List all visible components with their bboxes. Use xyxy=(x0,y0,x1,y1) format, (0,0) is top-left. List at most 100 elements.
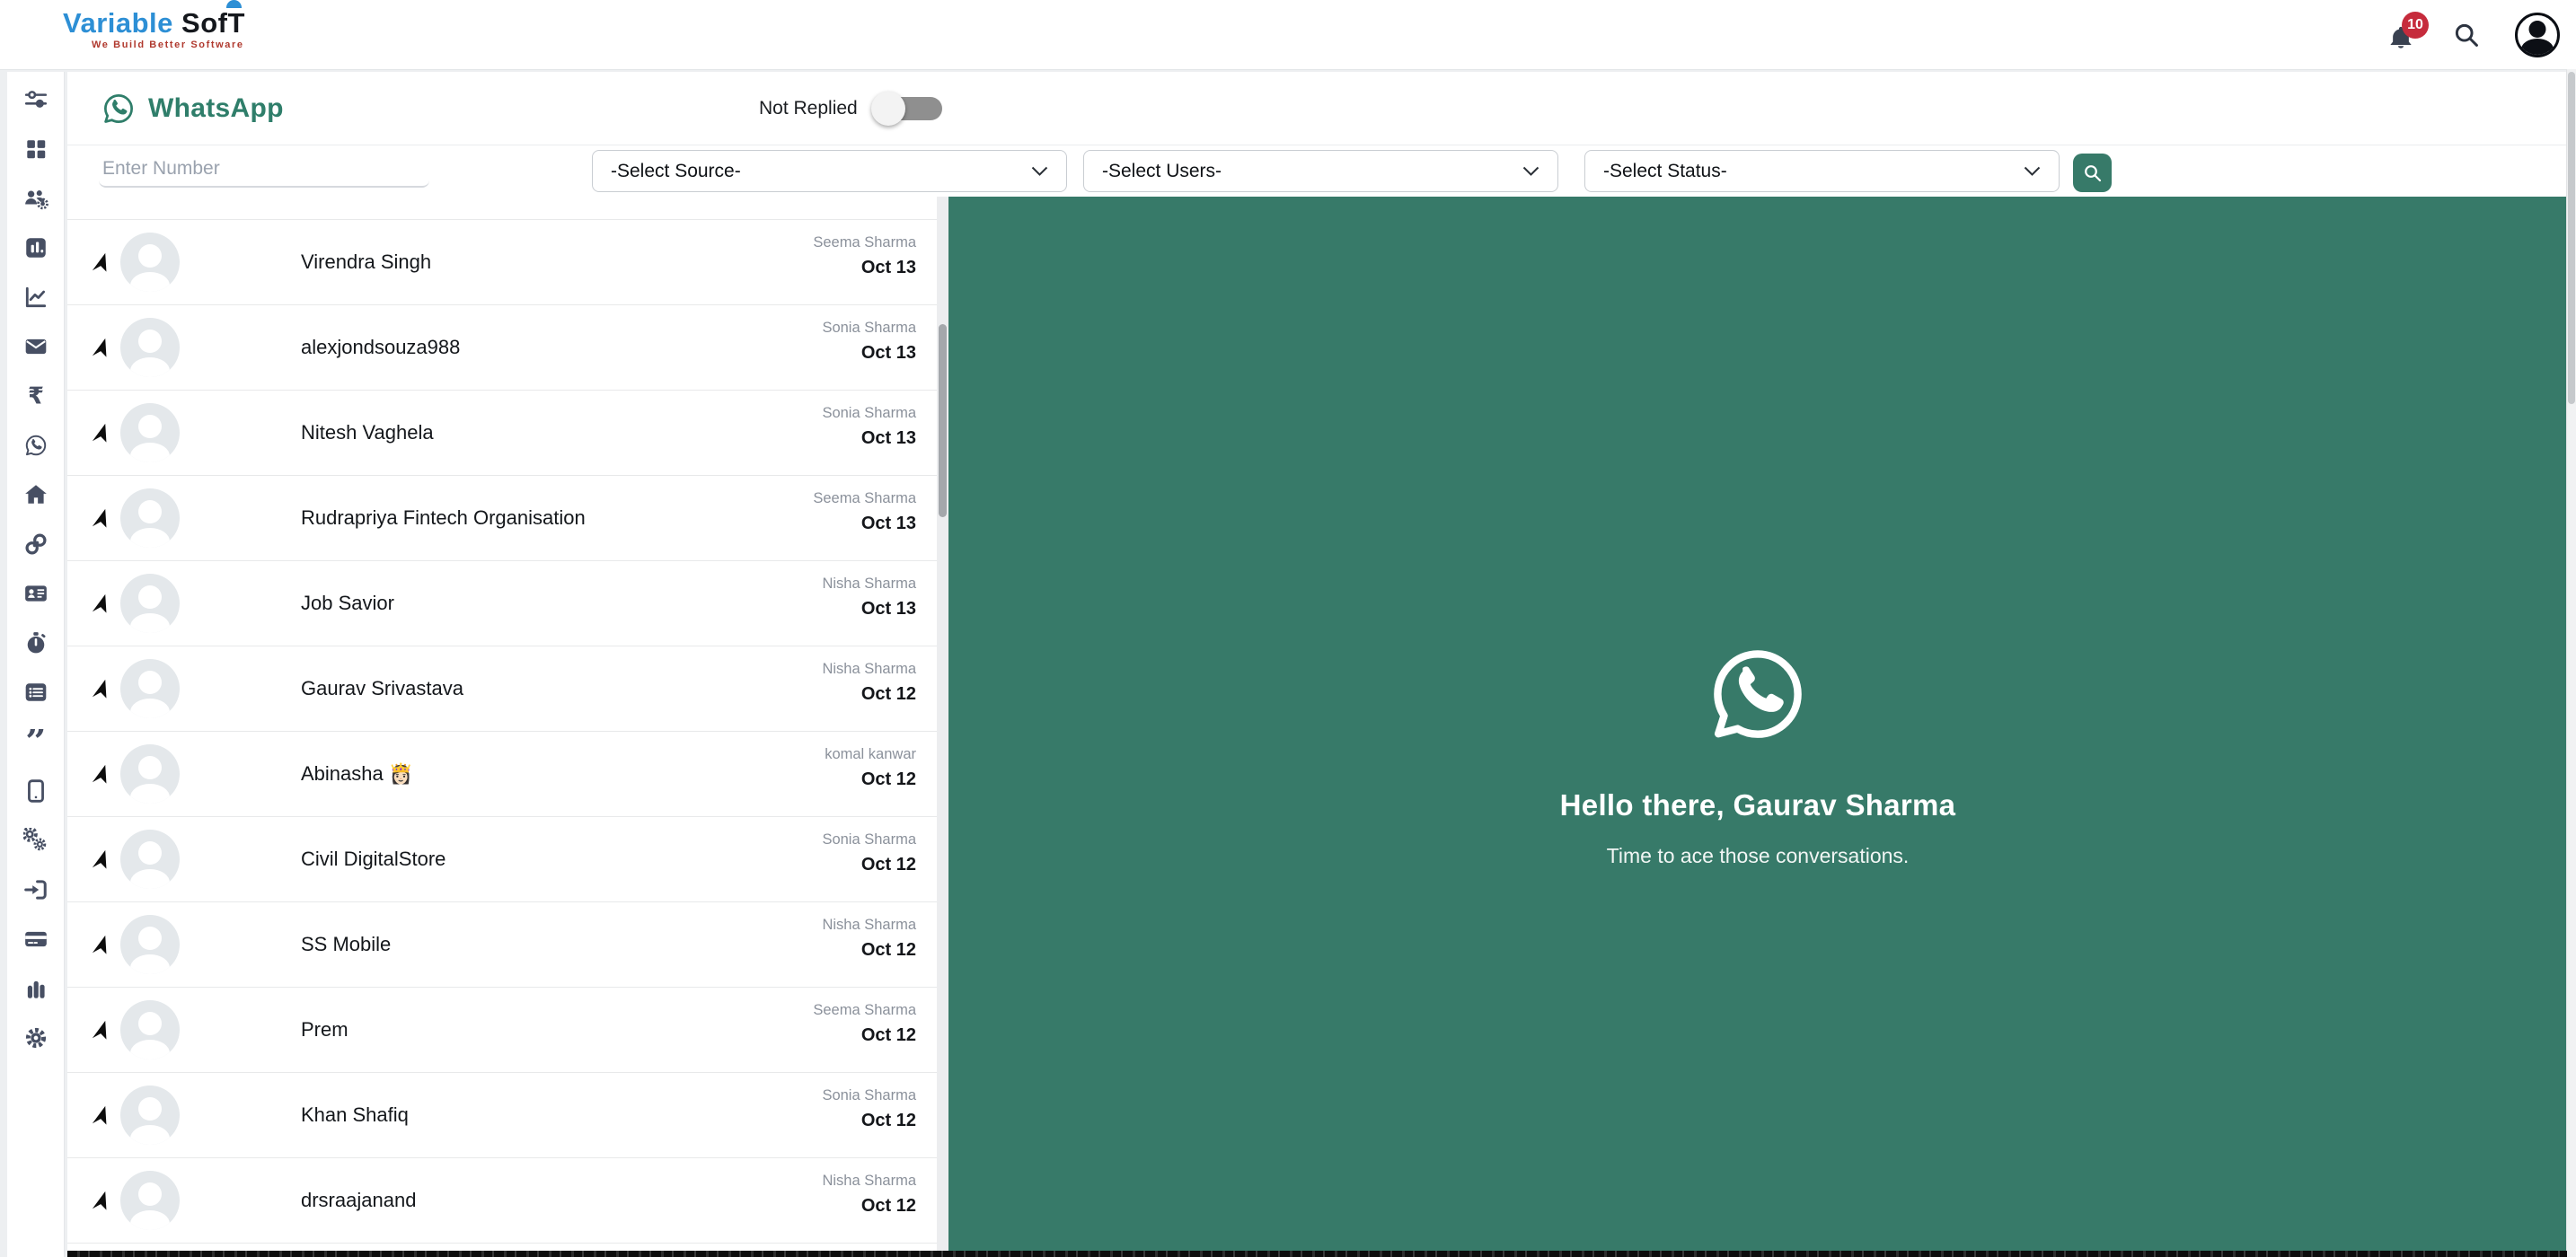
search-icon xyxy=(2082,163,2104,184)
bottom-window-edge xyxy=(67,1251,2567,1257)
stopwatch-icon[interactable] xyxy=(23,630,49,655)
assigned-user: Sonia Sharma xyxy=(822,831,916,848)
notifications-button[interactable]: 10 xyxy=(2386,18,2418,52)
contact-name: Prem xyxy=(301,1018,348,1042)
settings-gear-icon[interactable] xyxy=(23,1025,49,1050)
avatar xyxy=(120,233,180,292)
chevron-down-icon xyxy=(2024,166,2041,177)
brand-tagline: We Build Better Software xyxy=(92,40,245,50)
chat-meta: Nisha Sharma Oct 13 xyxy=(822,576,916,620)
chat-meta: Sonia Sharma Oct 13 xyxy=(822,405,916,449)
assigned-user: Nisha Sharma xyxy=(822,576,916,593)
mail-icon[interactable] xyxy=(23,334,49,359)
scrolled-row-remnant xyxy=(67,197,948,220)
id-card-icon[interactable] xyxy=(23,581,49,606)
chat-date: Oct 13 xyxy=(822,599,916,620)
list-item[interactable]: Virendra Singh Seema Sharma Oct 13 xyxy=(67,220,948,305)
list-item[interactable]: SS Mobile Nisha Sharma Oct 12 xyxy=(67,902,948,988)
dashboard-grid-icon[interactable] xyxy=(23,136,49,162)
chat-meta: Seema Sharma Oct 12 xyxy=(813,1002,916,1046)
send-arrow-icon xyxy=(90,1190,111,1211)
assigned-user: Seema Sharma xyxy=(813,1002,916,1019)
list-item[interactable]: Prem Seema Sharma Oct 12 xyxy=(67,988,948,1073)
chat-date: Oct 13 xyxy=(822,428,916,449)
chat-meta: Seema Sharma Oct 13 xyxy=(813,234,916,278)
sliders-icon[interactable] xyxy=(23,87,49,112)
assigned-user: Sonia Sharma xyxy=(822,405,916,422)
quotes-icon[interactable]: ” xyxy=(23,729,49,754)
avatar xyxy=(120,488,180,548)
welcome-title: Hello there, Gaurav Sharma xyxy=(1560,788,1956,822)
chat-date: Oct 13 xyxy=(822,343,916,364)
notification-badge: 10 xyxy=(2402,12,2429,39)
chat-meta: Nisha Sharma Oct 12 xyxy=(822,661,916,705)
page-title: WhatsApp xyxy=(101,72,284,145)
avatar xyxy=(120,1000,180,1059)
chat-date: Oct 13 xyxy=(813,514,916,534)
chat-list-scrollbar[interactable] xyxy=(937,197,948,1257)
sidebar-icon-rail: ₹ ” xyxy=(7,72,65,1257)
rupee-icon[interactable]: ₹ xyxy=(23,383,49,409)
link-icon[interactable] xyxy=(23,532,49,557)
assigned-user: Sonia Sharma xyxy=(822,1087,916,1104)
page-scrollbar[interactable] xyxy=(2566,69,2576,1257)
assigned-user: Nisha Sharma xyxy=(822,661,916,678)
contact-name: Khan Shafiq xyxy=(301,1103,409,1127)
source-select[interactable]: -Select Source- xyxy=(592,150,1067,192)
whatsapp-title-icon xyxy=(101,91,137,127)
avatar xyxy=(120,830,180,889)
users-select[interactable]: -Select Users- xyxy=(1083,150,1558,192)
send-arrow-icon xyxy=(90,507,111,529)
list-item[interactable]: Job Savior Nisha Sharma Oct 13 xyxy=(67,561,948,646)
chat-list: Virendra Singh Seema Sharma Oct 13 alexj… xyxy=(67,197,948,1257)
sign-in-icon[interactable] xyxy=(23,877,49,902)
gears-icon[interactable] xyxy=(23,828,49,853)
not-replied-toggle[interactable] xyxy=(874,97,942,120)
credit-card-icon[interactable] xyxy=(23,927,49,952)
list-item[interactable]: Rudrapriya Fintech Organisation Seema Sh… xyxy=(67,476,948,561)
team-settings-icon[interactable] xyxy=(23,186,49,211)
send-arrow-icon xyxy=(90,337,111,358)
user-avatar[interactable] xyxy=(2515,13,2560,57)
home-icon[interactable] xyxy=(23,482,49,507)
list-item[interactable]: Civil DigitalStore Sonia Sharma Oct 12 xyxy=(67,817,948,902)
chat-date: Oct 12 xyxy=(822,1196,916,1217)
chat-meta: Nisha Sharma Oct 12 xyxy=(822,917,916,961)
contact-name: alexjondsouza988 xyxy=(301,336,460,359)
chat-meta: Nisha Sharma Oct 12 xyxy=(822,1173,916,1217)
list-icon[interactable] xyxy=(23,680,49,705)
avatar xyxy=(120,1171,180,1230)
contact-name: Nitesh Vaghela xyxy=(301,421,434,444)
chat-meta: Sonia Sharma Oct 12 xyxy=(822,1087,916,1131)
contact-name: Gaurav Srivastava xyxy=(301,677,463,700)
send-arrow-icon xyxy=(90,848,111,870)
list-item[interactable]: drsraajanand Nisha Sharma Oct 12 xyxy=(67,1158,948,1244)
list-item[interactable]: Abinasha 👸🏻 komal kanwar Oct 12 xyxy=(67,732,948,817)
status-select[interactable]: -Select Status- xyxy=(1584,150,2060,192)
send-arrow-icon xyxy=(90,593,111,614)
scrollbar-thumb[interactable] xyxy=(2568,72,2575,404)
list-item[interactable]: Khan Shafiq Sonia Sharma Oct 12 xyxy=(67,1073,948,1158)
toggle-knob[interactable] xyxy=(871,92,905,126)
list-item[interactable]: Nitesh Vaghela Sonia Sharma Oct 13 xyxy=(67,391,948,476)
assigned-user: Sonia Sharma xyxy=(822,320,916,337)
number-search-input[interactable] xyxy=(99,152,429,188)
whatsapp-icon[interactable] xyxy=(23,433,49,458)
list-item[interactable]: alexjondsouza988 Sonia Sharma Oct 13 xyxy=(67,305,948,391)
chart-box-icon[interactable] xyxy=(23,235,49,260)
avatar xyxy=(120,318,180,377)
global-search-button[interactable] xyxy=(2452,21,2481,49)
avatar xyxy=(120,403,180,462)
chevron-down-icon xyxy=(1522,166,1539,177)
chevron-down-icon xyxy=(1031,166,1048,177)
list-item[interactable]: Gaurav Srivastava Nisha Sharma Oct 12 xyxy=(67,646,948,732)
line-chart-icon[interactable] xyxy=(23,285,49,310)
mobile-icon[interactable] xyxy=(23,778,49,804)
avatar xyxy=(120,574,180,633)
avatar xyxy=(120,1086,180,1145)
filter-search-button[interactable] xyxy=(2073,154,2112,192)
svg-text:₹: ₹ xyxy=(28,383,44,409)
scrollbar-thumb[interactable] xyxy=(939,324,947,517)
chat-date: Oct 12 xyxy=(822,940,916,961)
bar-chart-icon[interactable] xyxy=(23,976,49,1001)
